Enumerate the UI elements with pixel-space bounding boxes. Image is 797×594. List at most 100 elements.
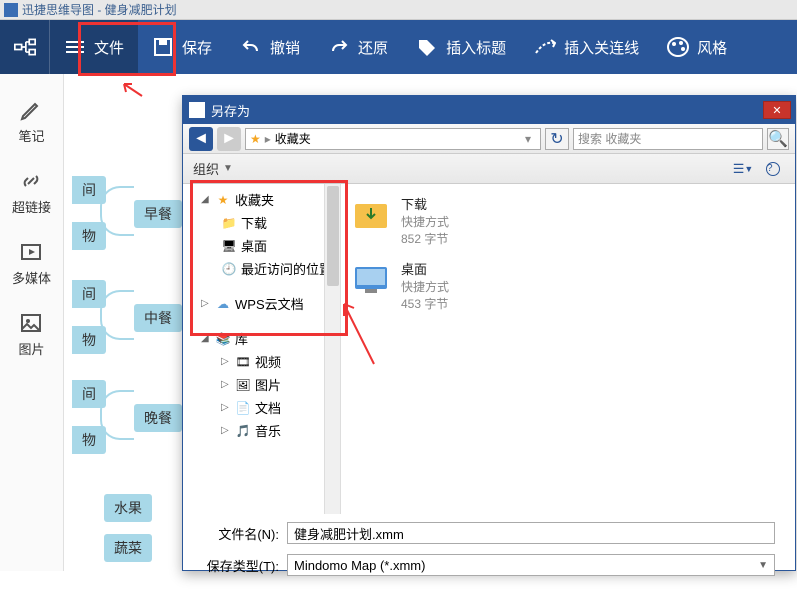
- tree-music[interactable]: ▷ 🎵 音乐: [183, 419, 340, 442]
- arrow-left-icon: ◄: [193, 130, 209, 148]
- tree-scrollbar[interactable]: [324, 184, 340, 514]
- search-button[interactable]: 🔍: [767, 128, 789, 150]
- cloud-icon: ☁: [215, 297, 231, 311]
- structure-button[interactable]: [0, 20, 50, 74]
- document-icon: 📄: [235, 401, 251, 415]
- refresh-button[interactable]: ↻: [545, 128, 569, 150]
- insert-link-button[interactable]: 插入关连线: [520, 20, 653, 74]
- file-menu-button[interactable]: 文件: [50, 20, 138, 74]
- sidebar-note[interactable]: 笔记: [18, 98, 44, 145]
- undo-button[interactable]: 撤销: [226, 20, 314, 74]
- sidebar-image[interactable]: 图片: [18, 311, 44, 358]
- chevron-right-icon: ▸: [265, 132, 271, 146]
- collapse-icon[interactable]: ◢: [201, 194, 211, 205]
- view-icon: ☰: [733, 161, 745, 177]
- chevron-down-icon[interactable]: ▾: [520, 132, 536, 146]
- dialog-titlebar[interactable]: 另存为 ✕: [183, 96, 795, 124]
- node-food-3[interactable]: 物: [72, 426, 106, 454]
- filetype-select[interactable]: Mindomo Map (*.xmm) ▼: [287, 554, 775, 576]
- file-label: 文件: [94, 37, 124, 58]
- undo-label: 撤销: [270, 37, 300, 58]
- node-dinner[interactable]: 晚餐: [134, 404, 182, 432]
- redo-button[interactable]: 还原: [314, 20, 402, 74]
- node-food-1[interactable]: 物: [72, 222, 106, 250]
- tree-library[interactable]: ◢ 📚 库: [183, 327, 340, 350]
- dialog-toolbar: 组织 ▼ ☰▼ ?: [183, 154, 795, 184]
- tree-wps[interactable]: ▷ ☁ WPS云文档: [183, 292, 340, 315]
- expand-icon[interactable]: ▷: [221, 379, 231, 390]
- style-button[interactable]: 风格: [653, 20, 741, 74]
- connector-icon: [534, 36, 556, 58]
- insert-title-label: 插入标题: [446, 37, 506, 58]
- node-lunch[interactable]: 中餐: [134, 304, 182, 332]
- folder-download-icon: [351, 194, 391, 234]
- dialog-title: 另存为: [211, 101, 250, 120]
- recent-icon: 🕘: [221, 262, 237, 276]
- expand-icon[interactable]: ▷: [221, 425, 231, 436]
- expand-icon[interactable]: ▷: [221, 356, 231, 367]
- tree-documents[interactable]: ▷ 📄 文档: [183, 396, 340, 419]
- nav-forward-button[interactable]: ►: [217, 127, 241, 151]
- breadcrumb[interactable]: 收藏夹: [275, 130, 311, 147]
- filetype-value: Mindomo Map (*.xmm): [294, 558, 425, 573]
- node-breakfast[interactable]: 早餐: [134, 200, 182, 228]
- organize-button[interactable]: 组织 ▼: [193, 159, 233, 178]
- app-icon: [4, 3, 18, 17]
- tree-downloads[interactable]: 📁 下载: [183, 211, 340, 234]
- menu-icon: [64, 36, 86, 58]
- node-food-2[interactable]: 物: [72, 326, 106, 354]
- node-veg[interactable]: 蔬菜: [104, 534, 152, 562]
- organize-label: 组织: [193, 159, 219, 178]
- expand-icon[interactable]: ▷: [201, 298, 211, 309]
- file-name: 桌面: [401, 259, 449, 278]
- folder-icon: 📁: [221, 216, 237, 230]
- sidebar-hyperlink[interactable]: 超链接: [12, 169, 51, 216]
- file-item-download[interactable]: 下载 快捷方式 852 字节: [351, 194, 785, 247]
- tree-desktop[interactable]: 🖥 桌面: [183, 234, 340, 257]
- filename-input[interactable]: [287, 522, 775, 544]
- view-button[interactable]: ☰▼: [731, 159, 755, 179]
- link-icon: [19, 169, 43, 193]
- tree-favorites[interactable]: ◢ ★ 收藏夹: [183, 188, 340, 211]
- node-fruit[interactable]: 水果: [104, 494, 152, 522]
- tag-icon: [416, 36, 438, 58]
- branch: [100, 290, 134, 340]
- collapse-icon[interactable]: ◢: [201, 333, 211, 344]
- star-icon: ★: [250, 132, 261, 146]
- dialog-footer: 文件名(N): 保存类型(T): Mindomo Map (*.xmm) ▼: [183, 514, 795, 594]
- insert-title-button[interactable]: 插入标题: [402, 20, 520, 74]
- expand-icon[interactable]: ▷: [221, 402, 231, 413]
- tree-recent[interactable]: 🕘 最近访问的位置: [183, 257, 340, 280]
- close-button[interactable]: ✕: [763, 101, 791, 119]
- address-bar[interactable]: ★ ▸ 收藏夹 ▾: [245, 128, 541, 150]
- redo-label: 还原: [358, 37, 388, 58]
- chevron-down-icon: ▼: [758, 560, 768, 571]
- filetype-label: 保存类型(T):: [203, 556, 279, 575]
- redo-icon: [328, 36, 350, 58]
- dialog-body: ◢ ★ 收藏夹 📁 下载 🖥 桌面 🕘 最近访问的位置 ▷ ☁ WPS云文档: [183, 184, 795, 514]
- star-icon: ★: [215, 193, 231, 207]
- close-icon: ✕: [772, 104, 781, 117]
- search-icon: 🔍: [768, 129, 788, 149]
- main-toolbar: 文件 保存 撤销 还原 插入标题 插入关连线 风格: [0, 20, 797, 74]
- file-item-desktop[interactable]: 桌面 快捷方式 453 字节: [351, 259, 785, 312]
- tree-pictures[interactable]: ▷ 🖼 图片: [183, 373, 340, 396]
- left-sidebar: 笔记 超链接 多媒体 图片: [0, 74, 64, 571]
- nav-back-button[interactable]: ◄: [189, 127, 213, 151]
- branch: [100, 186, 134, 236]
- branch: [100, 390, 134, 440]
- structure-icon: [14, 36, 36, 58]
- help-icon: ?: [766, 162, 780, 176]
- help-button[interactable]: ?: [761, 159, 785, 179]
- search-input[interactable]: 搜索 收藏夹: [573, 128, 763, 150]
- sidebar-media[interactable]: 多媒体: [12, 240, 51, 287]
- tree-video[interactable]: ▷ 🎞 视频: [183, 350, 340, 373]
- save-button[interactable]: 保存: [138, 20, 226, 74]
- save-as-dialog: 另存为 ✕ ◄ ► ★ ▸ 收藏夹 ▾ ↻ 搜索 收藏夹 🔍 组织 ▼ ☰▼ ?: [182, 95, 796, 571]
- window-titlebar: 迅捷思维导图 - 健身减肥计划: [0, 0, 797, 20]
- search-placeholder: 搜索 收藏夹: [578, 130, 641, 147]
- media-icon: [19, 240, 43, 264]
- save-label: 保存: [182, 37, 212, 58]
- pencil-icon: [19, 98, 43, 122]
- file-list[interactable]: 下载 快捷方式 852 字节 桌面 快捷方式 453 字节: [341, 184, 795, 514]
